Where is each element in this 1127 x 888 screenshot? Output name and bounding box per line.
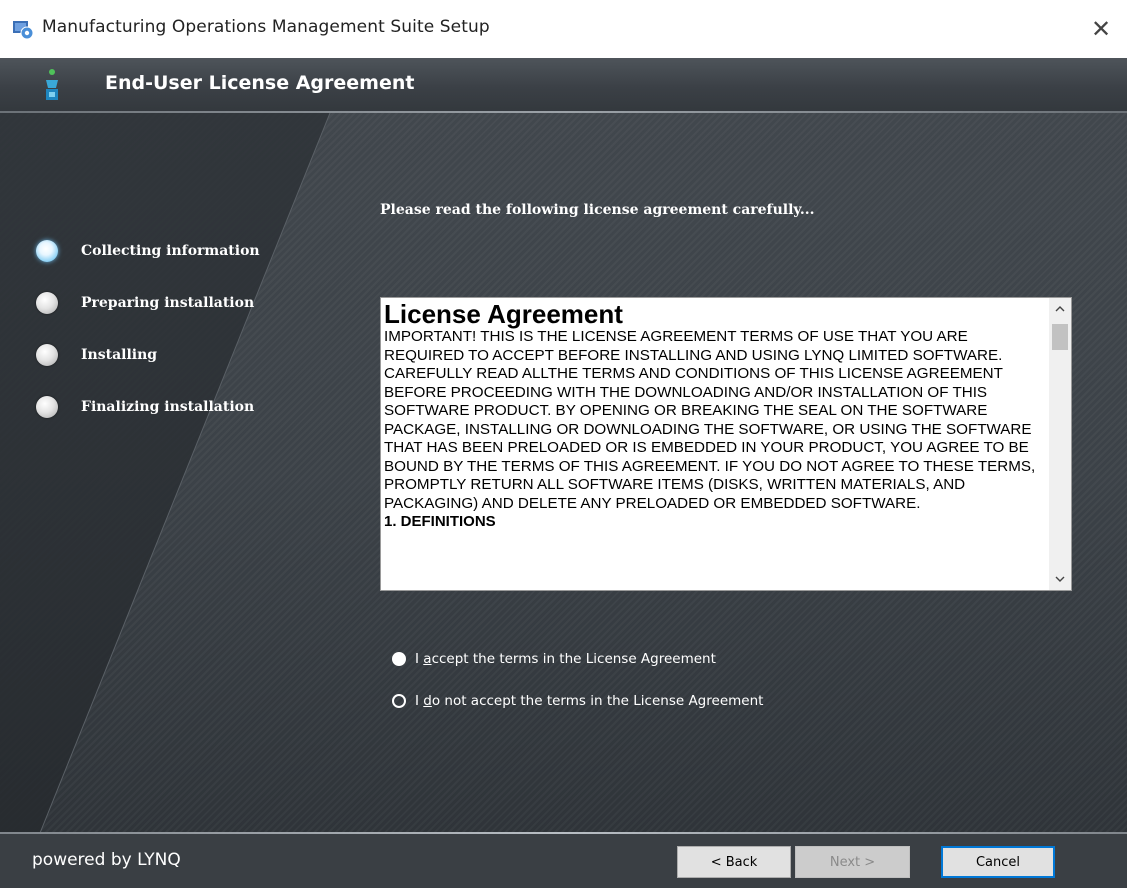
title-bar: Manufacturing Operations Management Suit… (0, 0, 1127, 58)
cancel-button[interactable]: Cancel (941, 846, 1055, 878)
page-header: End-User License Agreement (0, 58, 1127, 112)
license-content: License Agreement IMPORTANT! THIS IS THE… (384, 300, 1044, 531)
license-section-heading: 1. DEFINITIONS (384, 513, 496, 530)
decline-terms-radio[interactable]: I do not accept the terms in the License… (392, 693, 763, 709)
decline-terms-label: I do not accept the terms in the License… (415, 693, 764, 709)
chevron-up-icon[interactable] (1049, 298, 1071, 320)
step-label: Preparing installation (81, 295, 255, 311)
installer-window: Manufacturing Operations Management Suit… (0, 0, 1127, 888)
step-installing: Installing (36, 344, 157, 366)
step-label: Collecting information (81, 243, 260, 259)
accept-terms-label: I accept the terms in the License Agreem… (415, 651, 716, 667)
step-collecting-information: Collecting information (36, 240, 260, 262)
powered-by-label: powered by LYNQ (32, 850, 181, 870)
step-indicator-icon (36, 396, 58, 418)
window-title: Manufacturing Operations Management Suit… (42, 17, 490, 37)
license-heading: License Agreement (384, 299, 623, 329)
close-icon[interactable]: ✕ (1075, 0, 1127, 58)
license-scrollbar[interactable] (1049, 298, 1071, 590)
setup-app-icon (13, 21, 34, 40)
instruction-text: Please read the following license agreem… (380, 202, 815, 218)
license-body: IMPORTANT! THIS IS THE LICENSE AGREEMENT… (384, 328, 1036, 512)
step-indicator-icon (36, 344, 58, 366)
scroll-thumb[interactable] (1052, 324, 1068, 350)
page-title: End-User License Agreement (105, 72, 415, 94)
content-area: Collecting information Preparing install… (0, 113, 1127, 833)
installer-figure-icon (46, 69, 58, 100)
step-preparing-installation: Preparing installation (36, 292, 254, 314)
sidebar-panel (0, 113, 331, 833)
back-button[interactable]: < Back (677, 846, 791, 878)
license-text-box[interactable]: License Agreement IMPORTANT! THIS IS THE… (380, 297, 1072, 591)
step-label: Finalizing installation (81, 399, 255, 415)
next-button[interactable]: Next > (795, 846, 910, 878)
step-indicator-icon (36, 292, 58, 314)
chevron-down-icon[interactable] (1049, 568, 1071, 590)
step-active-indicator-icon (36, 240, 58, 262)
footer-bar: powered by LYNQ < Back Next > Cancel (0, 834, 1127, 888)
step-label: Installing (81, 347, 158, 363)
radio-unselected-icon[interactable] (392, 694, 406, 708)
radio-selected-icon[interactable] (392, 652, 406, 666)
accept-terms-radio[interactable]: I accept the terms in the License Agreem… (392, 651, 716, 667)
step-finalizing-installation: Finalizing installation (36, 396, 254, 418)
